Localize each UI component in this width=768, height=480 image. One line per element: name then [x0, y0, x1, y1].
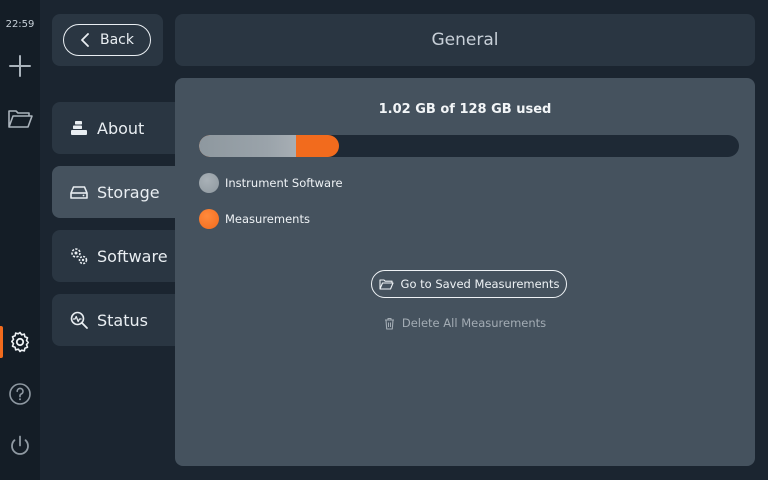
- nav-item-about[interactable]: About: [52, 102, 192, 154]
- legend-dot: [199, 209, 219, 229]
- plus-icon: [9, 55, 31, 77]
- nav-item-storage[interactable]: Storage: [52, 166, 192, 218]
- nav-item-label: Storage: [97, 182, 160, 202]
- legend-measurements: Measurements: [199, 209, 310, 229]
- help-button[interactable]: [6, 380, 34, 408]
- folder-icon: [8, 110, 33, 128]
- nav-item-software[interactable]: Software: [52, 230, 192, 282]
- storage-panel: 1.02 GB of 128 GB used Instrument Softwa…: [175, 78, 755, 466]
- storage-usage-bar: [199, 135, 739, 157]
- software-icon: [69, 246, 89, 266]
- side-rail: 22:59: [0, 0, 40, 480]
- gear-icon: [11, 331, 29, 353]
- trash-icon: [384, 317, 394, 330]
- open-folder-button[interactable]: [6, 104, 34, 132]
- add-button[interactable]: [6, 52, 34, 80]
- legend-label: Measurements: [225, 212, 310, 226]
- back-card: Back: [52, 14, 163, 66]
- power-button[interactable]: [6, 432, 34, 460]
- about-icon: [69, 118, 89, 138]
- back-button[interactable]: Back: [63, 24, 151, 56]
- back-label: Back: [100, 32, 134, 48]
- storage-icon: [69, 182, 89, 202]
- settings-button[interactable]: [6, 328, 34, 356]
- chevron-left-icon: [81, 33, 89, 47]
- help-icon: [9, 383, 31, 405]
- delete-all-measurements-button[interactable]: Delete All Measurements: [175, 316, 755, 330]
- go-to-saved-label: Go to Saved Measurements: [400, 277, 560, 291]
- legend-label: Instrument Software: [225, 176, 343, 190]
- power-icon: [11, 435, 29, 455]
- status-icon: [69, 310, 89, 330]
- go-to-saved-measurements-button[interactable]: Go to Saved Measurements: [371, 270, 567, 298]
- clock: 22:59: [5, 19, 35, 30]
- folder-open-icon: [378, 279, 394, 290]
- nav-item-label: Software: [97, 246, 168, 266]
- legend-instrument-software: Instrument Software: [199, 173, 343, 193]
- legend-dot: [199, 173, 219, 193]
- nav-item-label: Status: [97, 310, 148, 330]
- instrument-software-fill: [199, 135, 296, 157]
- rail-active-indicator: [0, 326, 3, 358]
- nav-item-label: About: [97, 118, 145, 138]
- nav-item-status[interactable]: Status: [52, 294, 192, 346]
- page-title: General: [175, 14, 755, 66]
- storage-usage-text: 1.02 GB of 128 GB used: [378, 102, 552, 117]
- app-root: 22:59 Back General About Storage Softwar…: [0, 0, 768, 480]
- delete-all-label: Delete All Measurements: [401, 316, 547, 330]
